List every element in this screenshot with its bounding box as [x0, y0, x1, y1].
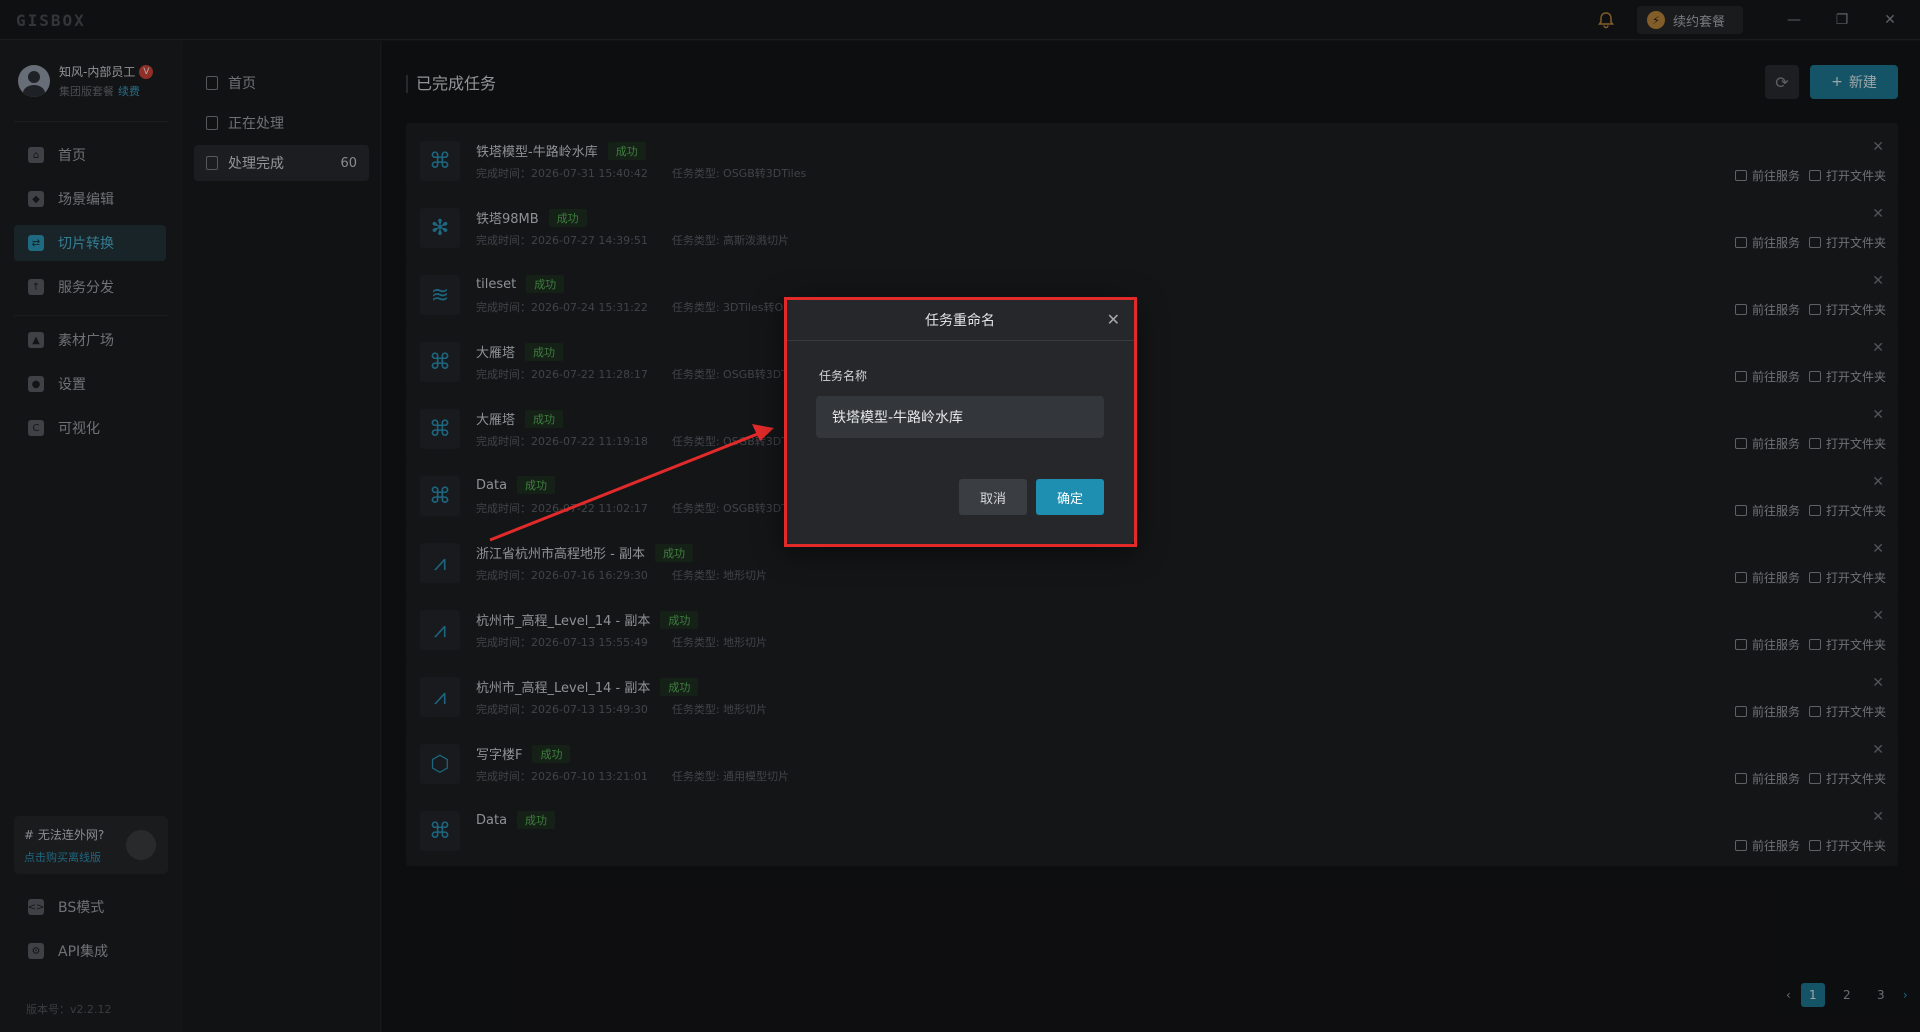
- highlight-box: [784, 297, 1137, 547]
